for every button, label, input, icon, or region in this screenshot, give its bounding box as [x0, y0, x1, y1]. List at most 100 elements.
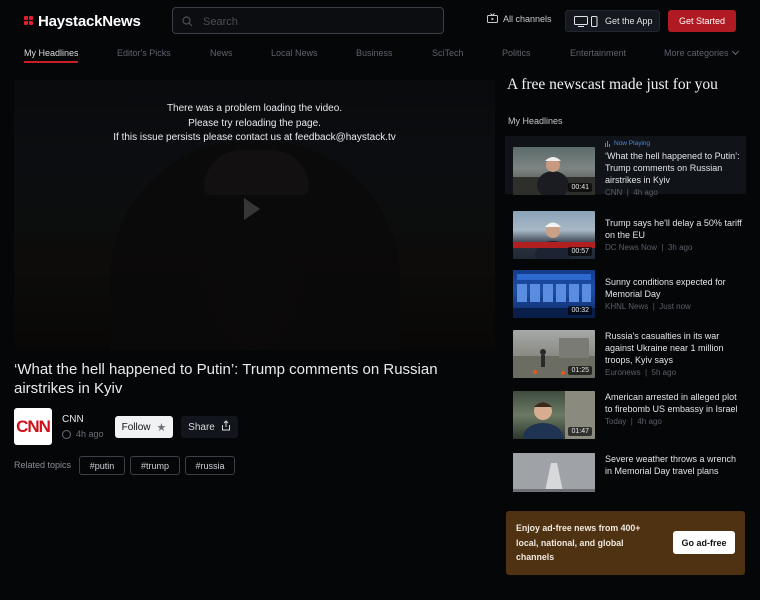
playlist-headline: American arrested in alleged plot to fir… — [605, 392, 738, 414]
category-nav: My Headlines Editor's Picks News Local N… — [0, 44, 760, 66]
clock-icon — [62, 429, 71, 439]
headline-playlist: 00:41 Now Playing ‘What the hell happene… — [505, 136, 746, 492]
playlist-item-text: Russia's casualties in its war against U… — [605, 330, 743, 377]
video-thumbnail: 01:47 — [513, 391, 595, 439]
source-logo[interactable]: CNN — [14, 408, 52, 445]
playlist-headline: ‘What the hell happened to Putin’: Trump… — [605, 151, 740, 185]
active-tab-underline — [24, 61, 78, 63]
search-input[interactable] — [201, 12, 435, 31]
promo-title: A free newscast made just for you — [507, 76, 718, 93]
devices-icon — [574, 15, 598, 27]
nav-local-news[interactable]: Local News — [271, 48, 318, 58]
nav-news[interactable]: News — [210, 48, 233, 58]
playlist-time: 4h ago — [637, 417, 662, 426]
video-thumbnail — [513, 453, 595, 492]
video-thumbnail: 01:25 — [513, 330, 595, 378]
video-duration: 01:25 — [568, 366, 592, 375]
playlist-headline: Trump says he'll delay a 50% tariff on t… — [605, 218, 742, 240]
get-started-button[interactable]: Get Started — [668, 10, 736, 32]
story-title: ‘What the hell happened to Putin’: Trump… — [14, 361, 438, 397]
story-timestamp: 4h ago — [62, 429, 104, 439]
get-app-label: Get the App — [605, 16, 653, 26]
go-ad-free-button[interactable]: Go ad-free — [673, 531, 735, 554]
video-thumbnail: 00:32 — [513, 270, 595, 318]
story-time-label: 4h ago — [76, 429, 104, 439]
all-channels-label: All channels — [503, 14, 552, 24]
video-thumbnail: 00:57 — [513, 211, 595, 259]
playlist-meta: KHNL News | Just now — [605, 302, 691, 311]
topic-tag-putin[interactable]: #putin — [79, 456, 125, 475]
nav-business[interactable]: Business — [356, 48, 393, 58]
playlist-item-text: American arrested in alleged plot to fir… — [605, 391, 743, 426]
ad-free-text: Enjoy ad-free news from 400+ local, nati… — [516, 523, 641, 562]
search-box[interactable] — [172, 7, 444, 34]
share-label: Share — [188, 421, 215, 433]
video-duration: 01:47 — [568, 427, 592, 436]
playlist-item[interactable]: 00:32 Sunny conditions expected for Memo… — [505, 267, 746, 325]
playlist-item[interactable]: 00:41 Now Playing ‘What the hell happene… — [505, 136, 746, 197]
now-playing-label: Now Playing — [614, 140, 651, 147]
share-icon — [221, 420, 231, 434]
playlist-item-text: Trump says he'll delay a 50% tariff on t… — [605, 217, 743, 252]
play-icon[interactable] — [244, 198, 260, 220]
playlist-item[interactable]: Severe weather throws a wrench in Memori… — [505, 446, 746, 492]
playlist-item-text: Sunny conditions expected for Memorial D… — [605, 276, 743, 311]
playlist-item[interactable]: 01:47 American arrested in alleged plot … — [505, 387, 746, 445]
video-duration: 00:32 — [568, 306, 592, 315]
now-playing-indicator: Now Playing — [605, 140, 743, 147]
haystack-logo[interactable]: HaystackNews — [24, 11, 141, 31]
topic-tag-russia[interactable]: #russia — [185, 456, 235, 475]
playlist-source: Euronews — [605, 368, 641, 377]
star-icon: ★ — [156, 421, 167, 434]
share-button[interactable]: Share — [181, 416, 238, 438]
nav-my-headlines[interactable]: My Headlines — [24, 48, 79, 58]
playlist-item-text: Severe weather throws a wrench in Memori… — [605, 453, 743, 477]
playlist-headline: Russia's casualties in its war against U… — [605, 331, 724, 365]
nav-scitech[interactable]: SciTech — [432, 48, 464, 58]
follow-label: Follow — [121, 421, 151, 433]
ad-free-promo: Enjoy ad-free news from 400+ local, nati… — [506, 511, 745, 575]
error-line-2: Please try reloading the page. — [188, 117, 321, 129]
logo-text: HaystackNews — [38, 12, 141, 30]
playlist-meta: Today | 4h ago — [605, 417, 662, 426]
playlist-source: Today — [605, 417, 627, 426]
playlist-time: 5h ago — [651, 368, 677, 377]
chevron-down-icon — [731, 47, 739, 56]
source-name[interactable]: CNN — [62, 414, 84, 425]
playlist-headline: Severe weather throws a wrench in Memori… — [605, 454, 737, 476]
nav-more-categories[interactable]: More categories — [664, 47, 739, 58]
video-player[interactable]: There was a problem loading the video. P… — [14, 80, 495, 350]
video-thumbnail: 00:41 — [513, 147, 595, 195]
playlist-source: CNN — [605, 188, 623, 197]
follow-button[interactable]: Follow ★ — [115, 416, 173, 438]
nav-politics[interactable]: Politics — [502, 48, 531, 58]
video-duration: 00:57 — [568, 247, 592, 256]
playlist-time: Just now — [659, 302, 691, 311]
nav-editors-picks[interactable]: Editor's Picks — [117, 48, 171, 58]
all-channels-link[interactable]: All channels — [487, 13, 552, 25]
more-categories-label: More categories — [664, 48, 729, 58]
playlist-headline: Sunny conditions expected for Memorial D… — [605, 277, 726, 299]
related-topics-label: Related topics — [14, 460, 72, 470]
source-logo-text: CNN — [16, 416, 51, 436]
playlist-item-text: Now Playing ‘What the hell happened to P… — [605, 140, 743, 197]
playlist-item[interactable]: 00:57 Trump says he'll delay a 50% tarif… — [505, 208, 746, 266]
playlist-meta: Euronews | 5h ago — [605, 368, 677, 377]
playlist-time: 3h ago — [667, 243, 693, 252]
topic-tag-trump[interactable]: #trump — [130, 456, 180, 475]
get-app-button[interactable]: Get the App — [565, 10, 660, 32]
video-duration: 00:41 — [568, 183, 592, 192]
playlist-heading: My Headlines — [508, 116, 563, 126]
logo-mark-icon — [24, 16, 34, 26]
nav-entertainment[interactable]: Entertainment — [570, 48, 626, 58]
playlist-item[interactable]: 01:25 Russia's casualties in its war aga… — [505, 326, 746, 384]
playlist-meta: CNN | 4h ago — [605, 188, 658, 197]
search-icon — [182, 14, 193, 32]
video-error-message: There was a problem loading the video. P… — [14, 102, 495, 146]
error-line-1: There was a problem loading the video. — [166, 103, 343, 114]
playlist-time: 4h ago — [633, 188, 658, 197]
equalizer-icon — [605, 140, 611, 147]
playlist-meta: DC News Now | 3h ago — [605, 243, 693, 252]
error-line-3: If this issue persists please contact us… — [113, 132, 396, 143]
top-header: HaystackNews All channels Get the App Ge… — [0, 0, 760, 44]
